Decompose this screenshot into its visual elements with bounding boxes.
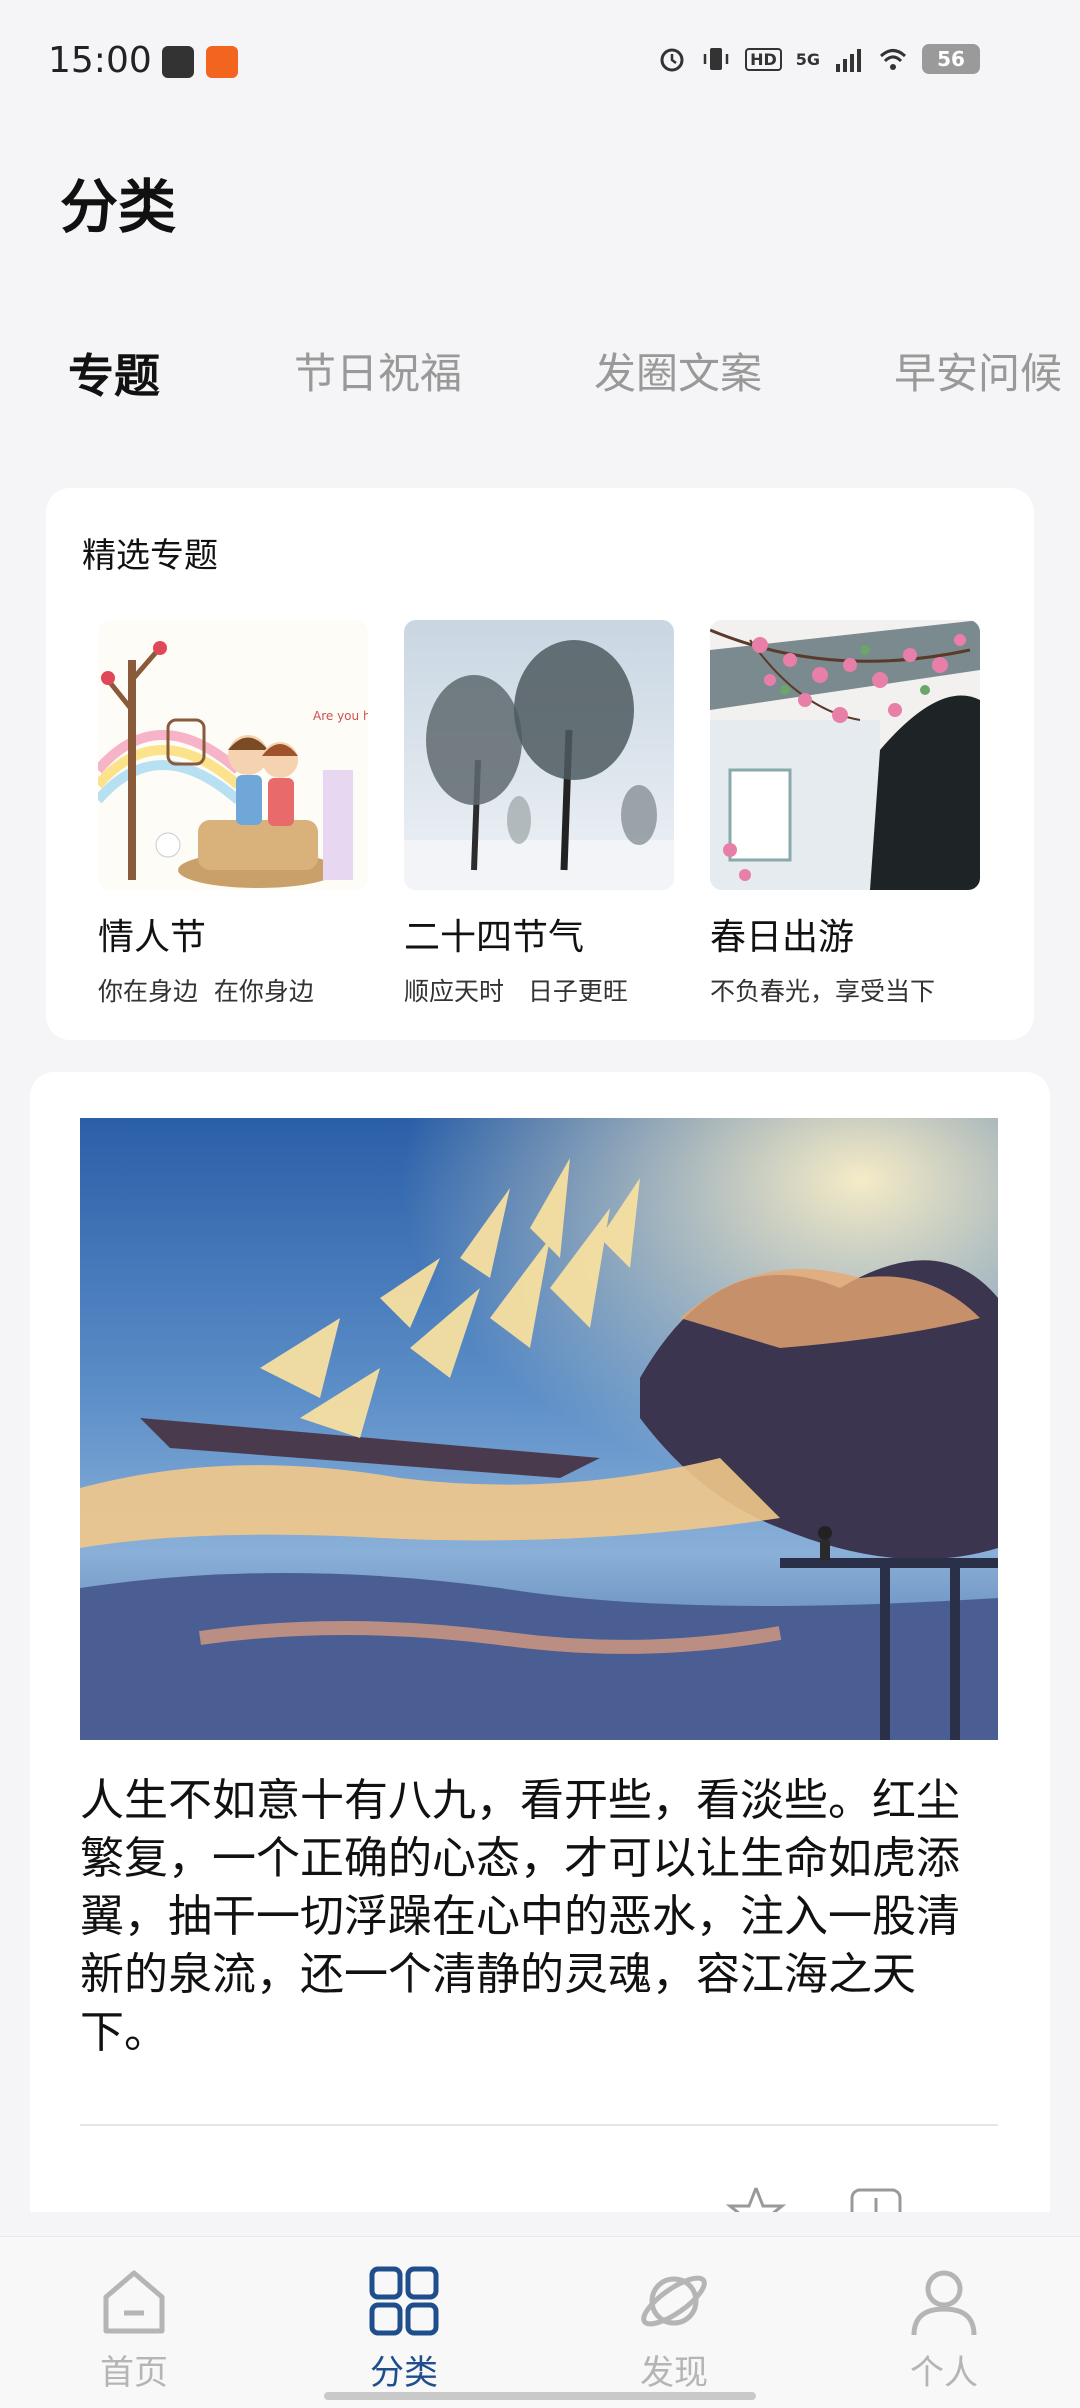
nav-item-category[interactable]: 分类 [324, 2261, 484, 2394]
status-bar: 15:00 HD 5G 56 [0, 0, 1080, 120]
topic-subtitle: 顺应天时 日子更旺 [404, 977, 628, 1006]
nav-label: 首页 [100, 2353, 168, 2393]
vibrate-icon [703, 48, 729, 70]
app-icon [206, 46, 238, 78]
network-label: 5G [795, 49, 820, 69]
page-title: 分类 [60, 173, 177, 241]
featured-topics-card: 精选专题 Are you happy [46, 488, 1034, 1040]
topic-name: 二十四节气 [404, 917, 585, 958]
person-icon [911, 2270, 977, 2336]
share-icon[interactable] [846, 2184, 906, 2212]
topic-spring-outing[interactable]: 春日出游 不负春光，享受当下 [710, 620, 980, 1008]
star-icon[interactable] [726, 2184, 786, 2212]
topic-subtitle: 你在身边 在你身边 [98, 977, 314, 1006]
nav-item-discover[interactable]: 发现 [594, 2261, 754, 2394]
category-tabs: 专题 节日祝福 发圈文案 早安问候 [0, 340, 1080, 420]
signal-icon [836, 49, 861, 72]
post-card[interactable]: 人生不如意十有八九，看开些，看淡些。红尘繁复，一个正确的心态，才可以让生命如虎添… [30, 1072, 1050, 2212]
wifi-icon [879, 49, 907, 70]
featured-title: 精选专题 [82, 536, 218, 576]
topic-name: 春日出游 [710, 917, 855, 958]
tab-holiday-wishes[interactable]: 节日祝福 [294, 340, 462, 401]
planet-icon [641, 2275, 707, 2327]
nav-item-profile[interactable]: 个人 [864, 2261, 1024, 2394]
tab-moments-copy[interactable]: 发圈文案 [594, 340, 762, 401]
bottom-nav: 首页 分类 发现 个人 [0, 2236, 1080, 2408]
tab-morning-greetings[interactable]: 早安问候 [894, 340, 1062, 401]
nav-item-home[interactable]: 首页 [54, 2261, 214, 2394]
svg-text:Are you happy: Are you happy [313, 709, 368, 723]
status-time: 15:00 [48, 40, 152, 81]
topic-image-couple: Are you happy [98, 620, 368, 890]
alarm-icon [660, 48, 684, 72]
post-image-sailship[interactable] [80, 1118, 998, 1740]
nav-label: 分类 [370, 2353, 438, 2393]
topic-image-frosted-trees [404, 620, 674, 890]
topic-subtitle: 不负春光，享受当下 [710, 977, 936, 1006]
grid-icon [369, 2266, 439, 2336]
home-indicator[interactable] [324, 2392, 756, 2400]
post-text: 人生不如意十有八九，看开些，看淡些。红尘繁复，一个正确的心态，才可以让生命如虎添… [80, 1775, 960, 2058]
divider [80, 2124, 998, 2126]
tab-topics[interactable]: 专题 [68, 340, 160, 406]
topic-valentines[interactable]: Are you happy 情人节 你在身边 在你身边 [98, 620, 368, 1008]
topic-image-spring-blossoms [710, 620, 980, 890]
gallery-icon [162, 46, 194, 78]
nav-label: 个人 [910, 2353, 978, 2393]
hd-icon: HD [745, 47, 782, 71]
nav-label: 发现 [640, 2353, 708, 2393]
topic-solar-terms[interactable]: 二十四节气 顺应天时 日子更旺 [404, 620, 674, 1008]
battery-icon: 56 [922, 44, 980, 74]
status-icons: HD 5G 56 [657, 44, 980, 74]
topic-name: 情人节 [98, 917, 207, 958]
home-icon [103, 2270, 165, 2334]
